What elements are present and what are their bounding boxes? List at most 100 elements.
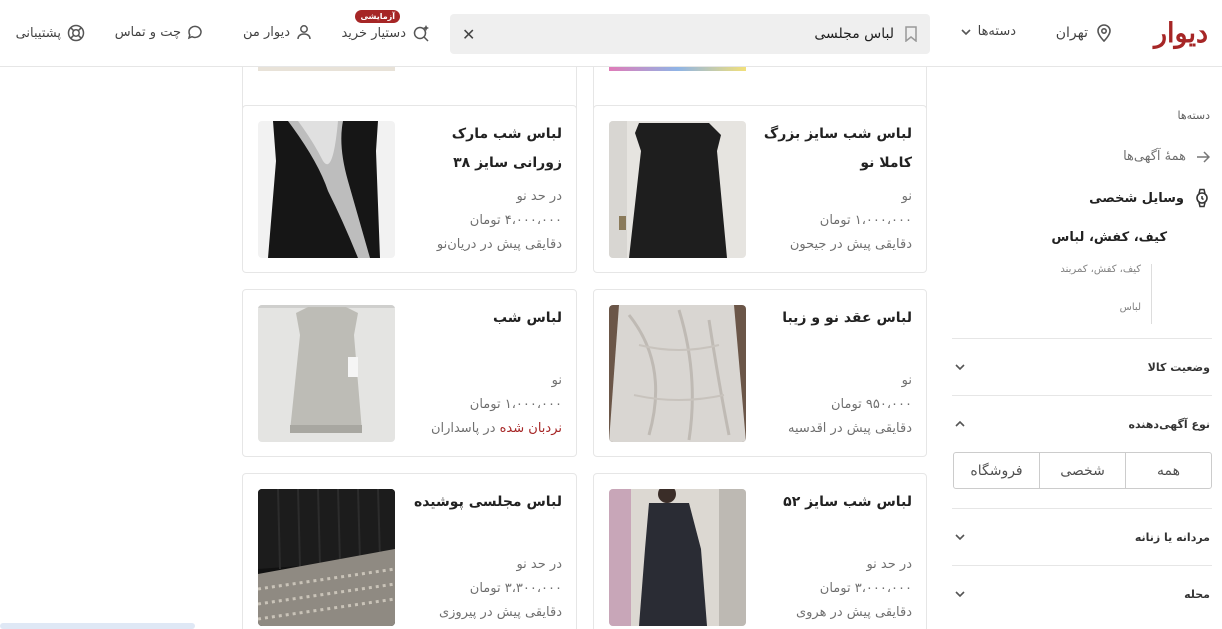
listing-thumbnail[interactable] <box>609 305 746 442</box>
listing-thumbnail[interactable] <box>258 305 395 442</box>
filter-item-gender[interactable]: مردانه یا زنانه <box>952 508 1212 565</box>
listing-meta: دقایقی پیش در هروی <box>795 605 912 620</box>
chevron-up-icon <box>955 420 965 427</box>
listing-location: در پاسداران <box>430 421 496 436</box>
listing-card[interactable]: لباس مجلسی پوشیده در حد نو ۳،۳۰۰،۰۰۰ توم… <box>242 473 577 629</box>
listing-thumbnail[interactable] <box>258 489 395 626</box>
search-input[interactable]: لباس مجلسی <box>475 26 894 42</box>
shopping-assistant-button[interactable]: دستیار خرید آزمایشی <box>341 10 430 42</box>
listing-condition: نو <box>901 189 912 204</box>
listing-card[interactable]: لباس شب مارک زورانی سایز ۳۸ در حد نو ۴،۰… <box>242 105 577 273</box>
subcategory-tree: کیف، کفش، کمربند لباس <box>1060 264 1152 324</box>
advertiser-option-all[interactable]: همه <box>1125 453 1211 488</box>
search-bar[interactable]: لباس مجلسی ✕ <box>450 14 930 54</box>
listing-meta: نردبان شده در پاسداران <box>431 421 562 436</box>
personal-items-category[interactable]: وسایل شخصی <box>1089 188 1210 208</box>
listing-thumbnail[interactable] <box>609 489 746 626</box>
experimental-badge: آزمایشی <box>355 10 400 23</box>
categories-heading: دسته‌ها <box>1177 109 1210 122</box>
listing-card[interactable]: لباس شب سایز بزرگ کاملا نو نو ۱،۰۰۰،۰۰۰ … <box>593 105 927 273</box>
listing-title: لباس مجلسی پوشیده <box>413 494 562 510</box>
all-ads-label: همهٔ آگهی‌ها <box>1123 149 1186 164</box>
location-pin-icon <box>1097 24 1111 42</box>
listing-title: لباس عقد نو و زیبا <box>782 310 912 326</box>
black-dress-photo <box>609 121 746 258</box>
listing-condition: نو <box>901 373 912 388</box>
chat-label: چت و تماس <box>114 24 181 40</box>
chevron-down-icon <box>955 534 965 541</box>
filter-item-neighborhood[interactable]: محله <box>952 565 1212 622</box>
chevron-down-icon <box>961 28 971 35</box>
listing-condition: در حد نو <box>516 557 562 572</box>
listing-title: لباس شب مارک زورانی سایز ۳۸ <box>451 126 562 171</box>
listing-thumb-partial <box>609 67 746 71</box>
listing-title: لباس شب <box>492 310 562 326</box>
lifebuoy-icon <box>67 24 85 42</box>
subcategory-clothes[interactable]: لباس <box>1060 302 1141 340</box>
city-selector[interactable]: تهران <box>1056 24 1112 42</box>
filter-neighborhood-label: محله <box>1184 587 1210 601</box>
all-ads-link[interactable]: همهٔ آگهی‌ها <box>1123 149 1210 164</box>
filter-item-condition[interactable]: وضعیت کالا <box>952 338 1212 395</box>
embellished-dress-photo <box>258 121 395 258</box>
status-bar-fragment <box>0 623 195 629</box>
advertiser-option-store[interactable]: فروشگاه <box>954 453 1039 488</box>
listing-price: ۴،۰۰۰،۰۰۰ تومان <box>469 213 562 228</box>
listing-card[interactable]: لباس شب سایز ۵۲ در حد نو ۳،۰۰۰،۰۰۰ تومان… <box>593 473 927 629</box>
filter-gender-label: مردانه یا زنانه <box>1134 530 1210 544</box>
lace-wedding-dress-photo <box>609 305 746 442</box>
support-label: پشتیبانی <box>15 25 61 41</box>
listing-condition: در حد نو <box>866 557 912 572</box>
listing-price: ۳،۰۰۰،۰۰۰ تومان <box>819 581 912 596</box>
top-header: دیوار تهران دسته‌ها لباس مجلسی ✕ دستیار … <box>0 0 1222 67</box>
listing-card[interactable]: لباس عقد نو و زیبا نو ۹۵۰،۰۰۰ تومان دقای… <box>593 289 927 457</box>
divar-logo[interactable]: دیوار <box>1154 18 1209 49</box>
chevron-down-icon <box>955 591 965 598</box>
silver-dress-photo <box>258 305 395 442</box>
my-divar-button[interactable]: دیوار من <box>243 24 312 40</box>
listing-card[interactable]: لباس شب نو ۱،۰۰۰،۰۰۰ تومان نردبان شده در… <box>242 289 577 457</box>
advertiser-option-personal[interactable]: شخصی <box>1039 453 1125 488</box>
filter-item-advertiser-type[interactable]: نوع آگهی‌دهنده <box>952 395 1212 452</box>
listing-price: ۹۵۰،۰۰۰ تومان <box>830 397 912 412</box>
subcategory-bags-shoes-belts[interactable]: کیف، کفش، کمربند <box>1060 264 1141 302</box>
filter-condition-label: وضعیت کالا <box>1147 360 1210 374</box>
listing-title: لباس شب سایز بزرگ کاملا نو <box>763 126 912 171</box>
listing-price: ۳،۳۰۰،۰۰۰ تومان <box>469 581 562 596</box>
listing-meta: دقایقی پیش در اقدسیه <box>787 421 912 436</box>
chat-bubble-icon <box>187 25 202 40</box>
black-gown-photo <box>609 489 746 626</box>
sparkle-search-icon <box>413 25 429 42</box>
categories-dropdown[interactable]: دسته‌ها <box>960 24 1016 39</box>
listing-price: ۱،۰۰۰،۰۰۰ تومان <box>819 213 912 228</box>
listing-meta: دقایقی پیش در جیحون <box>789 237 912 252</box>
listing-thumbnail[interactable] <box>609 121 746 258</box>
shopping-assistant-label: دستیار خرید <box>341 25 406 41</box>
personal-items-label: وسایل شخصی <box>1089 190 1184 206</box>
filter-advertiser-type-label: نوع آگهی‌دهنده <box>1128 417 1210 431</box>
watch-icon <box>1196 188 1208 208</box>
listing-thumbnail[interactable] <box>258 121 395 258</box>
listing-price: ۱،۰۰۰،۰۰۰ تومان <box>469 397 562 412</box>
my-divar-label: دیوار من <box>242 24 290 40</box>
categories-label: دسته‌ها <box>977 24 1016 39</box>
chevron-down-icon <box>955 364 965 371</box>
user-icon <box>297 25 311 40</box>
support-button[interactable]: پشتیبانی <box>16 24 85 42</box>
listing-meta: دقایقی پیش در پیروزی <box>438 605 562 620</box>
promoted-label: نردبان شده <box>499 421 562 436</box>
listing-thumb-partial <box>258 67 395 71</box>
listing-condition: در حد نو <box>516 189 562 204</box>
listing-title: لباس شب سایز ۵۲ <box>783 494 912 510</box>
bookmark-icon[interactable] <box>904 26 918 42</box>
listing-meta: دقایقی پیش در دریان‌نو <box>436 237 562 252</box>
arrow-right-icon <box>1197 150 1210 163</box>
bag-shoes-clothes-category[interactable]: کیف، کفش، لباس <box>1051 230 1167 245</box>
clear-search-icon[interactable]: ✕ <box>462 25 475 44</box>
chat-button[interactable]: چت و تماس <box>115 24 203 40</box>
listing-condition: نو <box>551 373 562 388</box>
advertiser-type-segmented-control: همه شخصی فروشگاه <box>953 452 1212 489</box>
city-label: تهران <box>1055 25 1088 41</box>
sequin-dress-photo <box>258 489 395 626</box>
filters-sidebar: دسته‌ها همهٔ آگهی‌ها وسایل شخصی کیف، کفش… <box>952 67 1212 629</box>
